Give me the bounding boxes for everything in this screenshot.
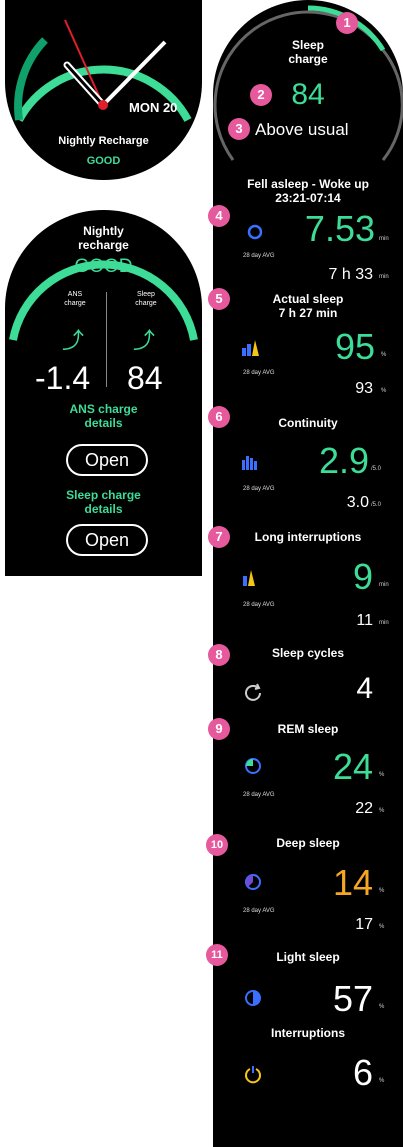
callout-badge: 8	[208, 644, 230, 666]
rem-sleep-unit: %	[379, 772, 385, 778]
interruptions-value: 6	[352, 1052, 373, 1093]
avg-label: 28 day AVG	[243, 602, 275, 608]
deep-sleep-icon	[245, 874, 261, 890]
long-interruptions-avg: 11	[356, 612, 373, 629]
recharge-label: Nightly Recharge	[58, 135, 149, 147]
callout-badge: 11	[206, 944, 228, 966]
ans-trend-up-icon: ⤴	[62, 328, 85, 353]
analog-watch-face: MON 20 Nightly Recharge GOOD	[5, 0, 202, 180]
sleep-charge-title: Sleep charge	[288, 38, 328, 66]
sleep-charge-value: 84	[127, 360, 163, 396]
callout-badge: 7	[208, 526, 230, 548]
avg-label: 28 day AVG	[243, 370, 275, 376]
continuity-icon	[242, 456, 257, 470]
actual-sleep-icon	[242, 340, 259, 356]
long-interruptions-icon	[243, 570, 255, 586]
light-sleep-icon	[245, 990, 261, 1006]
avg-label: 28 day AVG	[243, 486, 275, 492]
actual-sleep-title: Actual sleep 7 h 27 min	[272, 292, 344, 320]
actual-sleep-value: 95	[334, 326, 375, 367]
rem-sleep-avg: 22	[355, 800, 373, 817]
callout-badge: 1	[336, 12, 358, 34]
continuity-value: 2.9	[318, 440, 369, 481]
continuity-avg-unit: /5.0	[371, 502, 382, 508]
deep-sleep-title: Deep sleep	[276, 836, 340, 850]
light-sleep-title: Light sleep	[276, 950, 340, 964]
ans-charge-value: -1.4	[35, 360, 91, 396]
actual-sleep-avg: 93	[355, 380, 373, 397]
long-interruptions-unit: min	[379, 582, 389, 588]
hands-pivot	[98, 100, 108, 110]
callout-badge: 2	[250, 84, 272, 106]
continuity-avg: 3.0	[346, 494, 369, 511]
sleep-charge-label: Sleep charge	[135, 291, 157, 307]
open-ans-details-button[interactable]: Open	[66, 444, 148, 476]
long-interruptions-value: 9	[352, 556, 373, 597]
callout-badge: 10	[206, 834, 228, 856]
sleep-time-avg-unit: min	[379, 274, 389, 280]
rem-sleep-avg-unit: %	[379, 808, 385, 814]
summary-title: Nightly recharge	[78, 224, 129, 252]
continuity-unit: /5.0	[371, 466, 382, 472]
sleep-charge-details-label: Sleep charge details	[66, 488, 141, 516]
callout-badge: 6	[208, 406, 230, 428]
actual-sleep-avg-unit: %	[381, 388, 387, 394]
sleep-cycles-value: 4	[356, 672, 373, 705]
ans-charge-details-label: ANS charge details	[69, 402, 138, 430]
sleep-time-unit: min	[379, 236, 389, 242]
sleep-charge-compare: Above usual	[255, 120, 349, 139]
rem-sleep-icon	[245, 758, 261, 774]
ans-charge-label: ANS charge	[64, 291, 86, 307]
continuity-title: Continuity	[278, 416, 338, 430]
light-sleep-unit: %	[379, 1004, 385, 1010]
sleep-detail-view[interactable]: Sleep charge 84 Above usual Fell asleep …	[213, 0, 403, 1147]
long-interruptions-title: Long interruptions	[254, 530, 362, 544]
nightly-recharge-summary: Nightly recharge GOOD ANS charge Sleep c…	[5, 210, 202, 576]
avg-label: 28 day AVG	[243, 792, 275, 798]
date-label: MON 20	[129, 100, 178, 115]
sleep-time-icon	[247, 224, 263, 240]
callout-badge: 5	[208, 288, 230, 310]
interruptions-icon	[245, 1066, 261, 1084]
sleep-time-range: Fell asleep - Woke up 23:21-07:14	[247, 177, 369, 205]
second-hand	[64, 19, 104, 106]
rem-sleep-title: REM sleep	[277, 722, 339, 736]
callout-badge: 3	[228, 118, 250, 140]
deep-sleep-value: 14	[332, 862, 373, 903]
summary-status: GOOD	[74, 256, 133, 277]
deep-sleep-unit: %	[379, 888, 385, 894]
summary-divider	[106, 292, 107, 387]
sleep-cycles-icon	[245, 683, 261, 701]
rem-sleep-value: 24	[332, 746, 373, 787]
sleep-time-value: 7.53	[304, 208, 375, 249]
sleep-charge-value: 84	[291, 78, 325, 111]
avg-label: 28 day AVG	[243, 908, 275, 914]
actual-sleep-unit: %	[381, 352, 387, 358]
interruptions-unit: %	[379, 1078, 385, 1084]
callout-badge: 4	[208, 205, 230, 227]
recharge-status: GOOD	[86, 155, 121, 167]
sleep-time-avg: 7 h 33	[328, 266, 373, 283]
deep-sleep-avg-unit: %	[379, 924, 385, 930]
long-interruptions-avg-unit: min	[379, 620, 389, 626]
interruptions-title: Interruptions	[271, 1026, 345, 1040]
sleep-cycles-title: Sleep cycles	[271, 646, 345, 660]
callout-badge: 9	[208, 718, 230, 740]
open-sleep-details-button[interactable]: Open	[66, 524, 148, 556]
sleep-trend-up-icon: ⤴	[133, 328, 156, 353]
light-sleep-value: 57	[332, 978, 373, 1019]
avg-label: 28 day AVG	[243, 253, 275, 259]
watch-bezel	[14, 19, 192, 122]
deep-sleep-avg: 17	[355, 916, 373, 933]
